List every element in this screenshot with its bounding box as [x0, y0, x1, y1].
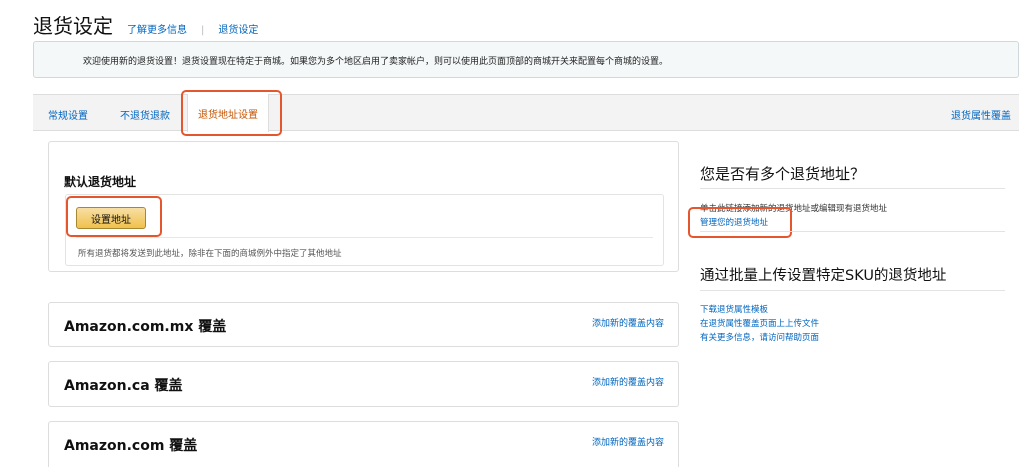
bulk-upload-heading: 通过批量上传设置特定SKU的退货地址 [700, 268, 947, 284]
right-divider-2 [700, 231, 1005, 232]
tab-refund-without-return[interactable]: 不退货退款 [120, 107, 170, 122]
default-address-note: 所有退货都将发送到此地址，除非在下面的商城例外中指定了其他地址 [78, 249, 342, 259]
default-address-heading: 默认退货地址 [64, 175, 137, 189]
multiple-addresses-heading: 您是否有多个退货地址？ [700, 165, 866, 183]
learn-more-link[interactable]: 了解更多信息 [127, 21, 187, 36]
tab-bar: 常规设置 不退货退款 退货地址设置 退货属性覆盖 [33, 94, 1019, 132]
download-template-link[interactable]: 下载退货属性模板 [700, 303, 768, 315]
right-divider-3 [700, 290, 1005, 291]
add-override-link-mx[interactable]: 添加新的覆盖内容 [592, 316, 664, 329]
right-divider-1 [700, 188, 1005, 189]
header-separator: | [201, 25, 205, 36]
override-title-mx: Amazon.com.mx 覆盖 [64, 319, 227, 335]
multiple-addresses-text: 单击此链接添加新的退货地址或编辑现有退货地址 [700, 204, 888, 214]
default-address-panel: 设置地址 所有退货都将发送到此地址，除非在下面的商城例外中指定了其他地址 [65, 194, 664, 266]
override-title-ca: Amazon.ca 覆盖 [64, 378, 183, 394]
page-header: 退货设定 了解更多信息 | 退货设定 [33, 10, 258, 39]
return-settings-link[interactable]: 退货设定 [218, 21, 258, 36]
tab-general-settings[interactable]: 常规设置 [48, 107, 88, 122]
override-card-ca: Amazon.ca 覆盖 添加新的覆盖内容 [48, 361, 679, 407]
add-override-link-com[interactable]: 添加新的覆盖内容 [592, 435, 664, 448]
add-override-link-ca[interactable]: 添加新的覆盖内容 [592, 375, 664, 388]
help-page-link[interactable]: 有关更多信息，请访问帮助页面 [700, 331, 819, 343]
set-address-button[interactable]: 设置地址 [76, 207, 146, 229]
override-card-mx: Amazon.com.mx 覆盖 添加新的覆盖内容 [48, 302, 679, 347]
upload-file-link[interactable]: 在退货属性覆盖页面上上传文件 [700, 317, 819, 329]
info-banner: 欢迎使用新的退货设置！退货设置现在特定于商城。如果您为多个地区启用了卖家帐户，则… [33, 41, 1019, 78]
override-card-com: Amazon.com 覆盖 添加新的覆盖内容 [48, 421, 679, 467]
override-title-com: Amazon.com 覆盖 [64, 438, 198, 454]
page-title: 退货设定 [33, 14, 113, 38]
manage-addresses-link[interactable]: 管理您的退货地址 [700, 216, 768, 228]
info-banner-text: 欢迎使用新的退货设置！退货设置现在特定于商城。如果您为多个地区启用了卖家帐户，则… [83, 57, 669, 67]
default-address-card: 默认退货地址 设置地址 所有退货都将发送到此地址，除非在下面的商城例外中指定了其… [48, 141, 679, 272]
divider [76, 237, 653, 238]
tab-return-address-settings[interactable]: 退货地址设置 [187, 94, 269, 132]
return-attribute-override-link[interactable]: 退货属性覆盖 [951, 107, 1011, 122]
